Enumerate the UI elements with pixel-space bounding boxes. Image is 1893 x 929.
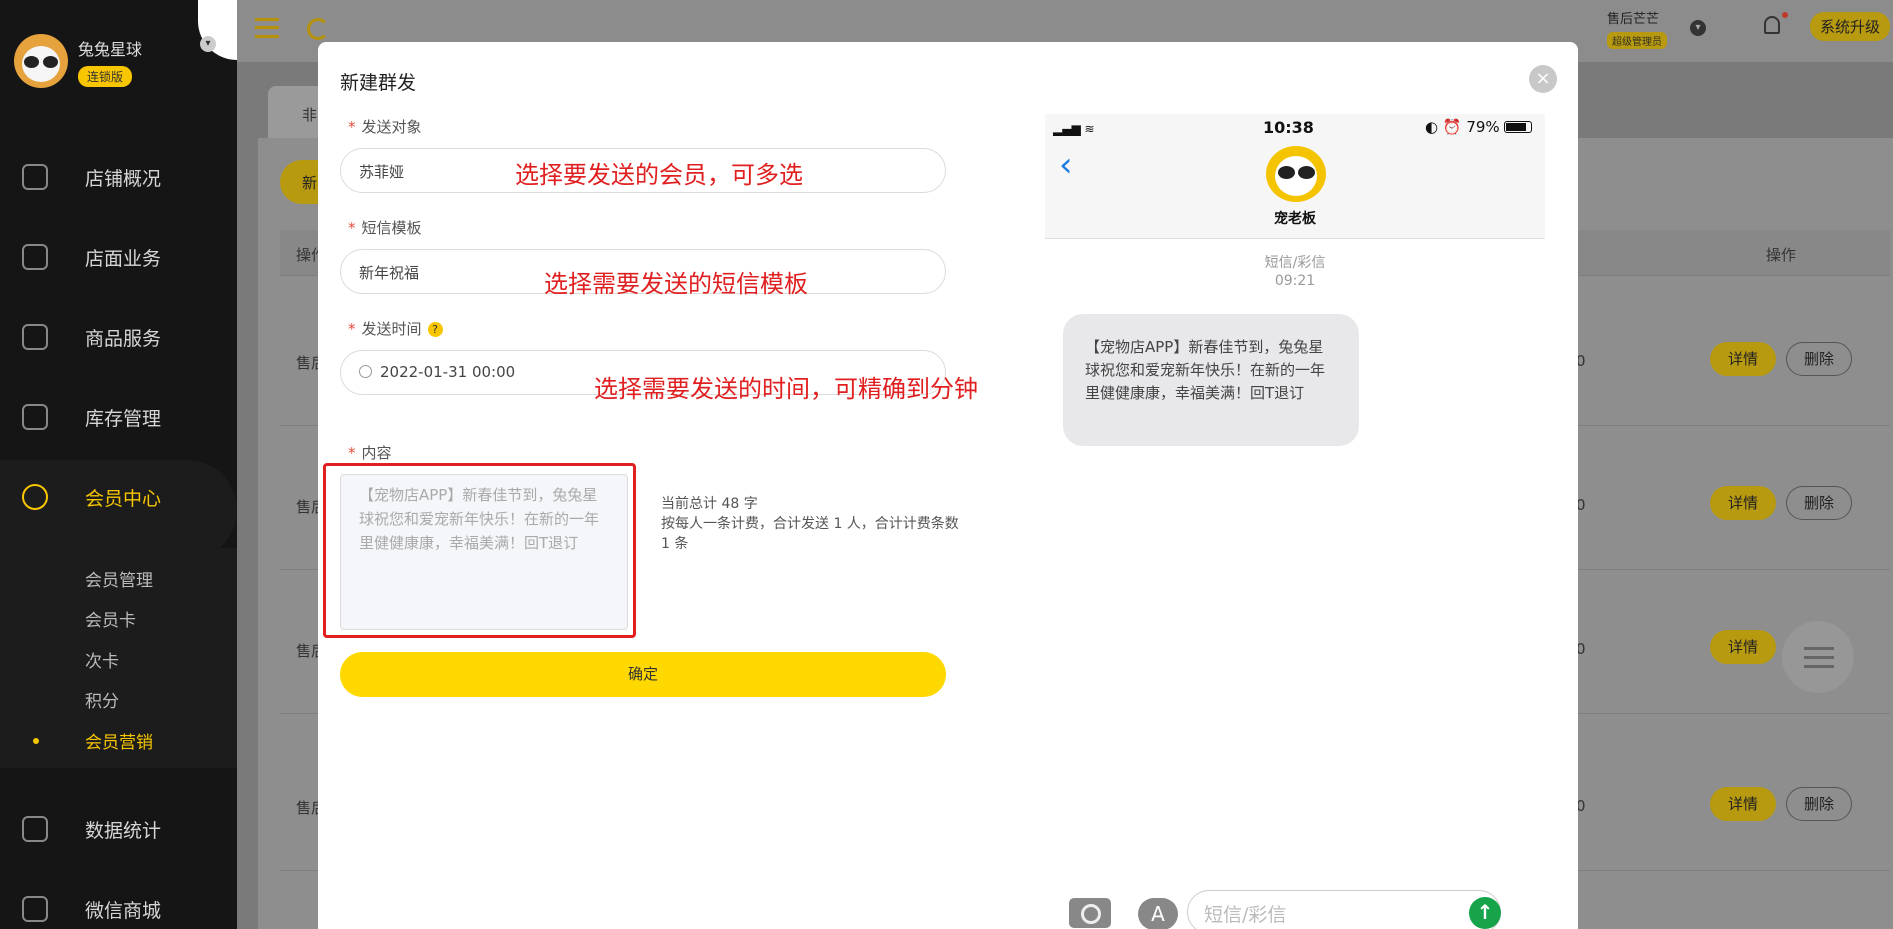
content-label: * 内容 [348, 444, 392, 462]
annotation-frame [323, 463, 636, 638]
monitor-icon [22, 164, 48, 190]
camera-icon[interactable] [1069, 898, 1111, 928]
time-annotation: 选择需要发送的时间，可精确到分钟 [594, 375, 978, 403]
header-username: 售后芒芒 [1607, 12, 1660, 27]
back-arrow-icon[interactable]: ‹ [1059, 148, 1073, 182]
status-time: 10:38 [1263, 118, 1314, 137]
member-icon [22, 484, 48, 510]
battery-status: ◐ ⏰ 79% [1425, 118, 1532, 136]
help-icon[interactable]: ? [427, 322, 443, 337]
close-icon[interactable]: × [1529, 65, 1557, 93]
home-icon [22, 244, 48, 270]
menu-icon[interactable] [255, 18, 279, 38]
nav-item-overview[interactable]: 店铺概况 [0, 152, 237, 202]
new-broadcast-modal: 新建群发 × * 发送对象 苏菲娅 选择要发送的会员，可多选 * 短信模板 新年祝福… [318, 42, 1578, 929]
nav-item-products[interactable]: 商品服务 [0, 312, 237, 362]
chart-icon [22, 816, 48, 842]
battery-icon [1503, 121, 1532, 133]
appstore-icon[interactable]: A [1138, 898, 1178, 929]
active-dot [33, 738, 39, 744]
sidebar: 兔兔星球 连锁版 ▾ 店铺概况 店面业务 商品服务 库存管理 会员中心 会员管理… [0, 0, 237, 929]
refresh-icon[interactable] [307, 18, 329, 40]
store-badge: 连锁版 [78, 66, 133, 87]
chevron-down-icon[interactable]: ▾ [200, 36, 216, 52]
delete-button[interactable]: 删除 [1786, 342, 1852, 376]
template-annotation: 选择需要发送的短信模板 [544, 270, 808, 298]
sms-count-info: 当前总计 48 字 按每人一条计费，合计发送 1 人，合计计费条数 1 条 [661, 496, 959, 552]
message-meta: 短信/彩信 09:21 [1264, 255, 1326, 289]
contact-name: 宠老板 [1274, 211, 1316, 227]
send-icon[interactable]: ↑ [1469, 897, 1501, 929]
detail-button[interactable]: 详情 [1710, 486, 1776, 520]
target-annotation: 选择要发送的会员，可多选 [515, 161, 803, 189]
wechat-icon [22, 896, 48, 922]
detail-button[interactable]: 详情 [1710, 342, 1776, 376]
phone-header: ▂▄▆ ≋ 10:38 ◐ ⏰ 79% ‹ 宠老板 [1045, 114, 1545, 239]
clock-icon [359, 365, 372, 378]
bag-icon [22, 324, 48, 350]
bell-icon[interactable] [1764, 16, 1780, 34]
delete-button[interactable]: 删除 [1786, 787, 1852, 821]
sub-nav-member-marketing[interactable]: 会员营销 [85, 728, 153, 753]
modal-title: 新建群发 [340, 72, 417, 94]
chevron-down-icon[interactable]: ▾ [1690, 20, 1706, 36]
template-label: * 短信模板 [348, 219, 422, 237]
contact-avatar [1266, 146, 1326, 202]
target-label: * 发送对象 [348, 118, 422, 136]
nav-item-wechat-mall[interactable]: 微信商城 [0, 884, 237, 929]
sub-nav-member-card[interactable]: 会员卡 [85, 606, 136, 631]
message-bubble: 【宠物店APP】新春佳节到，兔兔星球祝您和爱宠新年快乐！在新的一年里健健康康，幸… [1063, 314, 1359, 446]
store-profile[interactable]: 兔兔星球 连锁版 ▾ [14, 34, 237, 94]
store-name: 兔兔星球 [78, 40, 143, 59]
sub-nav-member-manage[interactable]: 会员管理 [85, 566, 153, 591]
delete-button[interactable]: 删除 [1786, 486, 1852, 520]
nav-item-store-business[interactable]: 店面业务 [0, 232, 237, 282]
nav-item-statistics[interactable]: 数据统计 [0, 804, 237, 854]
nav-item-inventory[interactable]: 库存管理 [0, 392, 237, 442]
nav-item-member-center[interactable]: 会员中心 [0, 472, 237, 522]
confirm-button[interactable]: 确定 [340, 652, 946, 697]
system-upgrade-button[interactable]: 系统升级 [1810, 12, 1891, 41]
sms-input[interactable]: 短信/彩信 [1187, 890, 1501, 929]
header-role-badge: 超级管理员 [1607, 32, 1667, 49]
phone-preview: ▂▄▆ ≋ 10:38 ◐ ⏰ 79% ‹ 宠老板 短信/彩信 09:21 【宠… [1045, 114, 1545, 929]
detail-button[interactable]: 详情 [1710, 630, 1776, 664]
detail-button[interactable]: 详情 [1710, 787, 1776, 821]
signal-icon: ▂▄▆ ≋ [1053, 122, 1095, 136]
list-icon[interactable] [1782, 621, 1854, 693]
box-icon [22, 404, 48, 430]
sub-nav-count-card[interactable]: 次卡 [85, 647, 119, 672]
notification-dot [1782, 12, 1788, 18]
store-avatar [14, 34, 68, 88]
sub-nav-points[interactable]: 积分 [85, 687, 119, 712]
phone-input-bar: A 短信/彩信 ↑ [1045, 884, 1545, 929]
time-label: * 发送时间? [348, 318, 443, 339]
